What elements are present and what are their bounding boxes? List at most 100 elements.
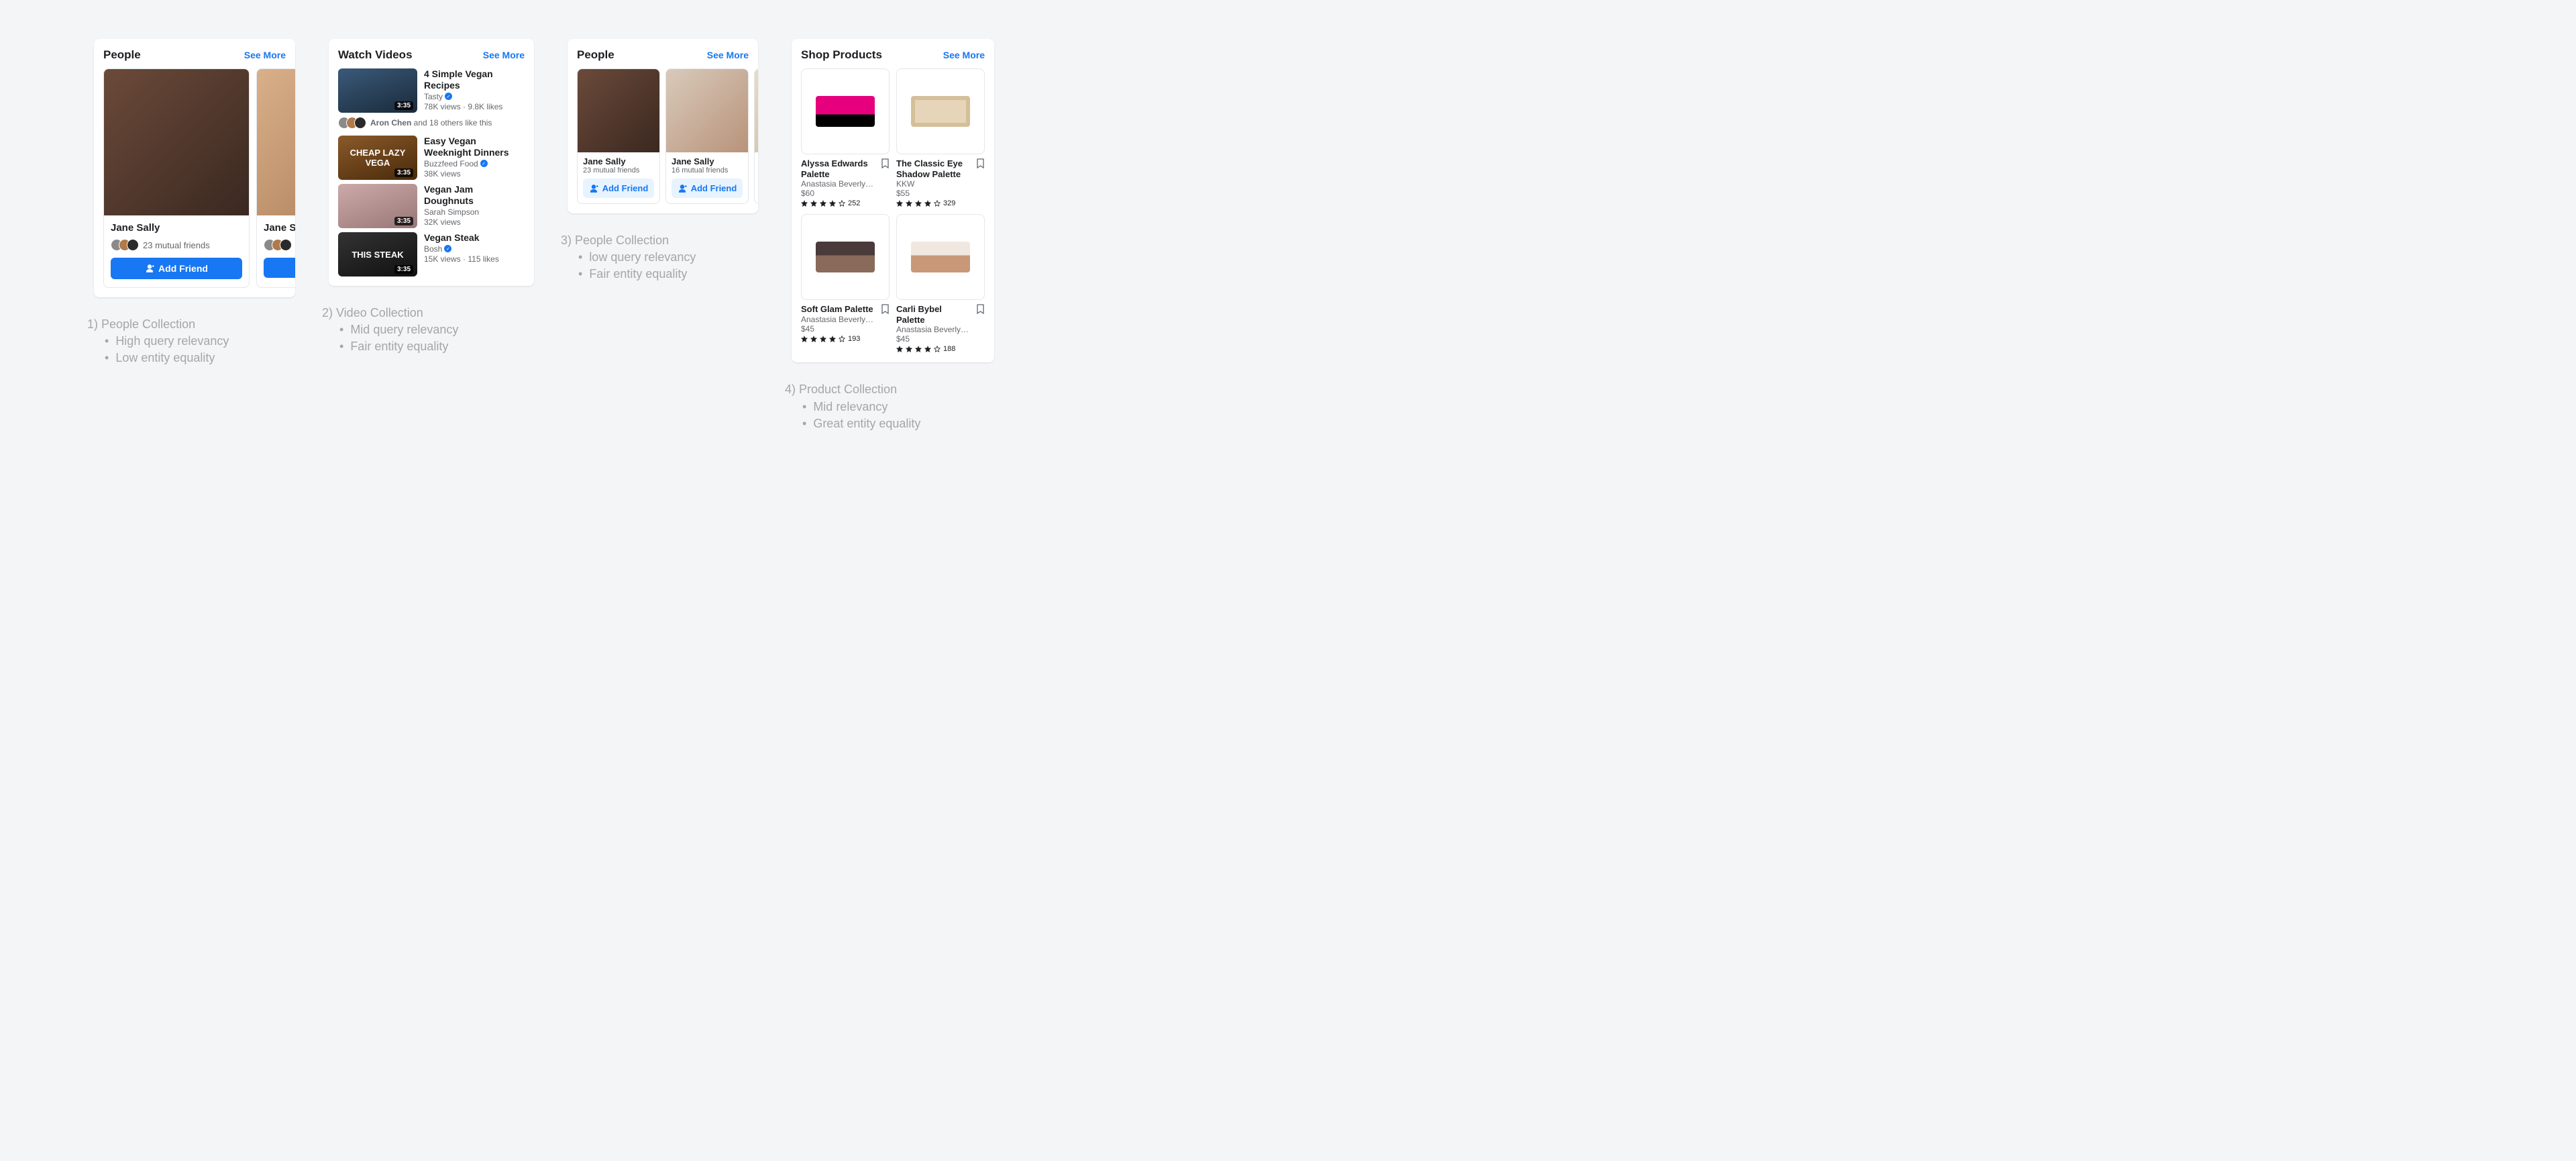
video-item[interactable]: CHEAP LAZY VEGA 3:35 Easy Vegan Weeknigh… bbox=[338, 136, 525, 180]
video-thumbnail: THIS STEAK 3:35 bbox=[338, 232, 417, 276]
video-social-context: Aron Chen and 18 others like this bbox=[338, 117, 525, 129]
product-brand: Anastasia Beverly… bbox=[896, 325, 970, 334]
person-card[interactable]: Jane Sally 23 mutual friends Add Friend bbox=[577, 68, 660, 204]
add-friend-button[interactable]: Add Friend bbox=[111, 258, 242, 279]
person-card[interactable]: Jane 8 mu bbox=[754, 68, 758, 204]
star-icon bbox=[906, 200, 912, 207]
video-source: Bosh✓ bbox=[424, 244, 499, 254]
card-title: Shop Products bbox=[801, 48, 882, 62]
add-friend-button[interactable] bbox=[264, 258, 295, 278]
star-icon bbox=[896, 200, 903, 207]
product-price: $55 bbox=[896, 189, 985, 198]
video-source: Tasty✓ bbox=[424, 92, 525, 101]
person-photo bbox=[257, 69, 295, 215]
video-duration: 3:35 bbox=[394, 168, 413, 177]
star-icon bbox=[829, 200, 836, 207]
review-count: 193 bbox=[848, 335, 860, 343]
add-friend-icon bbox=[589, 184, 598, 193]
add-friend-label: Add Friend bbox=[602, 183, 649, 193]
annotation-heading: 3) People Collection bbox=[561, 232, 758, 249]
review-count: 329 bbox=[943, 199, 955, 207]
product-name: Alyssa Edwards Palette bbox=[801, 158, 877, 179]
product-brand: Anastasia Beverly… bbox=[801, 179, 875, 189]
product-price: $60 bbox=[801, 189, 890, 198]
people-large-column: People See More Jane Sally 23 mutual fri… bbox=[94, 39, 295, 367]
video-stats: 15K views · 115 likes bbox=[424, 254, 499, 264]
people-card: People See More Jane Sally 23 mutual fri… bbox=[568, 39, 758, 213]
mutual-text: 16 mutual friends bbox=[672, 166, 743, 174]
annotation-bullet: • Low entity equality bbox=[105, 350, 295, 366]
person-card[interactable]: Jane Sally 23 mutual friends Add Friend bbox=[103, 68, 250, 288]
annotation: 2) Video Collection • Mid query relevanc… bbox=[322, 305, 534, 356]
person-photo bbox=[755, 69, 758, 152]
video-item[interactable]: THIS STEAK 3:35 Vegan Steak Bosh✓ 15K vi… bbox=[338, 232, 525, 276]
video-stats: 32K views bbox=[424, 217, 525, 227]
star-icon bbox=[829, 336, 836, 342]
video-duration: 3:35 bbox=[394, 101, 413, 110]
bookmark-icon[interactable] bbox=[976, 304, 985, 314]
add-friend-button[interactable]: Add Friend bbox=[583, 179, 654, 198]
product-price: $45 bbox=[801, 324, 890, 334]
add-friend-label: Add Friend bbox=[158, 263, 208, 274]
product-card[interactable]: Soft Glam Palette Anastasia Beverly… $45… bbox=[801, 214, 890, 353]
review-count: 188 bbox=[943, 345, 955, 353]
bookmark-icon[interactable] bbox=[976, 158, 985, 168]
person-name: Jane Sa bbox=[264, 222, 295, 234]
product-image bbox=[801, 68, 890, 154]
person-photo bbox=[578, 69, 659, 152]
annotation-bullet: • low query relevancy bbox=[578, 249, 758, 266]
product-rating: 252 bbox=[801, 199, 890, 207]
video-stats: 38K views bbox=[424, 169, 525, 179]
person-card[interactable]: Jane Sally 16 mutual friends Add Friend bbox=[665, 68, 749, 204]
annotation-bullet: • Mid relevancy bbox=[802, 399, 994, 415]
star-icon bbox=[801, 336, 808, 342]
annotation-heading: 1) People Collection bbox=[87, 316, 295, 333]
star-icon bbox=[915, 200, 922, 207]
star-icon bbox=[924, 200, 931, 207]
product-rating: 329 bbox=[896, 199, 985, 207]
product-brand: Anastasia Beverly… bbox=[801, 315, 875, 324]
star-icon bbox=[906, 346, 912, 352]
product-card[interactable]: Carli Bybel Palette Anastasia Beverly… $… bbox=[896, 214, 985, 353]
annotation: 4) Product Collection • Mid relevancy • … bbox=[785, 381, 994, 432]
see-more-link[interactable]: See More bbox=[244, 50, 286, 60]
annotation: 3) People Collection • low query relevan… bbox=[561, 232, 758, 283]
shop-products-column: Shop Products See More Alyssa Edwards Pa… bbox=[792, 39, 994, 432]
see-more-link[interactable]: See More bbox=[943, 50, 985, 60]
product-card[interactable]: Alyssa Edwards Palette Anastasia Beverly… bbox=[801, 68, 890, 207]
verified-icon: ✓ bbox=[444, 245, 451, 252]
video-item[interactable]: 3:35 Vegan Jam Doughnuts Sarah Simpson 3… bbox=[338, 184, 525, 228]
video-title: 4 Simple Vegan Recipes bbox=[424, 68, 525, 91]
video-thumbnail: 3:35 bbox=[338, 184, 417, 228]
person-photo bbox=[104, 69, 249, 215]
product-brand: KKW bbox=[896, 179, 970, 189]
product-name: Carli Bybel Palette bbox=[896, 304, 972, 325]
product-name: Soft Glam Palette bbox=[801, 304, 873, 315]
video-title: Easy Vegan Weeknight Dinners bbox=[424, 136, 525, 158]
star-icon bbox=[810, 336, 817, 342]
add-friend-button[interactable]: Add Friend bbox=[672, 179, 743, 198]
mutual-friends bbox=[264, 239, 295, 251]
people-small-column: People See More Jane Sally 23 mutual fri… bbox=[568, 39, 758, 283]
video-title: Vegan Steak bbox=[424, 232, 499, 244]
see-more-link[interactable]: See More bbox=[483, 50, 525, 60]
video-item[interactable]: 3:35 4 Simple Vegan Recipes Tasty✓ 78K v… bbox=[338, 68, 525, 113]
person-card[interactable]: Jane Sa bbox=[256, 68, 295, 288]
watch-videos-column: Watch Videos See More 3:35 4 Simple Vega… bbox=[329, 39, 534, 356]
product-rating: 193 bbox=[801, 335, 890, 343]
add-friend-label: Add Friend bbox=[691, 183, 737, 193]
product-card[interactable]: The Classic Eye Shadow Palette KKW $55 3… bbox=[896, 68, 985, 207]
star-outline-icon bbox=[934, 200, 941, 207]
verified-icon: ✓ bbox=[445, 93, 452, 100]
bookmark-icon[interactable] bbox=[881, 158, 890, 168]
annotation-bullet: • Fair entity equality bbox=[339, 338, 534, 355]
product-name: The Classic Eye Shadow Palette bbox=[896, 158, 972, 179]
card-title: People bbox=[103, 48, 141, 62]
video-title: Vegan Jam Doughnuts bbox=[424, 184, 525, 207]
person-name: Jane Sally bbox=[111, 222, 242, 234]
see-more-link[interactable]: See More bbox=[707, 50, 749, 60]
product-image bbox=[896, 214, 985, 300]
mutual-friends: 23 mutual friends bbox=[111, 239, 242, 251]
video-duration: 3:35 bbox=[394, 217, 413, 225]
bookmark-icon[interactable] bbox=[881, 304, 890, 314]
